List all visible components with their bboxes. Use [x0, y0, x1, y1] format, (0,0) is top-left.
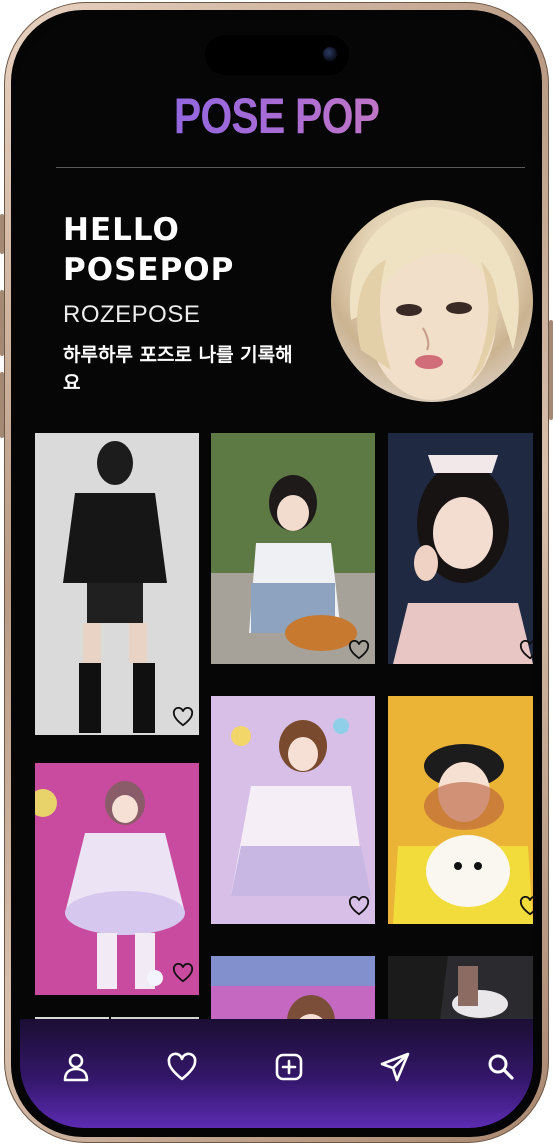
profile-icon [63, 1053, 89, 1082]
tab-favorites[interactable] [162, 1047, 202, 1087]
feed-post[interactable] [388, 433, 533, 664]
post-photo [35, 433, 199, 735]
heart-outline-icon[interactable] [348, 640, 370, 660]
tab-profile[interactable] [56, 1047, 96, 1087]
post-photo [388, 433, 533, 664]
tab-messages[interactable] [375, 1047, 415, 1087]
feed-post[interactable] [211, 696, 375, 924]
heart-outline-icon[interactable] [172, 963, 194, 983]
heart-outline-icon[interactable] [172, 707, 194, 727]
app-screen: POSE POP HELLO POSEPOP ROZEPOSE 하루하루 포즈로… [20, 19, 533, 1128]
tab-create[interactable] [269, 1047, 309, 1087]
heart-outline-icon[interactable] [519, 640, 533, 660]
phone-volume-down-button [0, 372, 4, 438]
post-photo [211, 696, 375, 924]
search-icon [488, 1054, 514, 1080]
phone-power-button [549, 320, 553, 420]
heart-icon [167, 1052, 197, 1081]
post-photo [388, 696, 533, 924]
post-photo [35, 763, 199, 995]
heart-outline-icon[interactable] [519, 896, 533, 916]
tab-search[interactable] [481, 1047, 521, 1087]
bottom-tab-bar [20, 1019, 533, 1128]
phone-action-button [0, 214, 4, 254]
feed-post[interactable] [388, 696, 533, 924]
photo-feed-grid [20, 19, 533, 1128]
phone-volume-up-button [0, 290, 4, 356]
feed-post[interactable] [211, 433, 375, 664]
add-icon [275, 1053, 303, 1081]
feed-post[interactable] [35, 433, 199, 735]
heart-outline-icon[interactable] [348, 896, 370, 916]
post-photo [211, 433, 375, 664]
feed-post[interactable] [35, 763, 199, 995]
send-icon [380, 1052, 410, 1082]
